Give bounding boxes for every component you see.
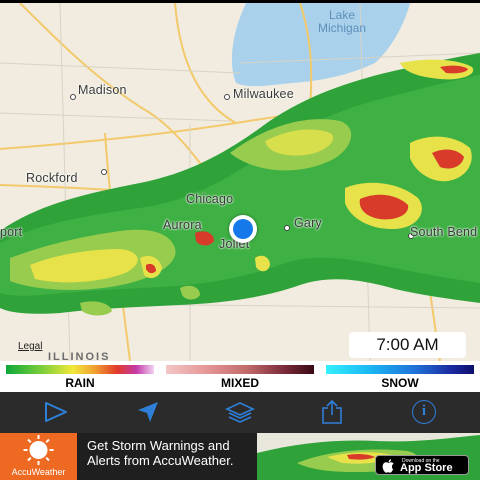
mixed-label: MIXED xyxy=(220,376,259,390)
state-label: ILLINOIS xyxy=(48,351,111,361)
rain-scale-bar xyxy=(6,365,154,374)
accuweather-logo: AccuWeather xyxy=(0,433,77,480)
city-marker-madison xyxy=(70,94,76,100)
layers-icon xyxy=(225,402,255,423)
city-chicago: Chicago xyxy=(186,192,234,206)
layers-button[interactable] xyxy=(224,397,256,427)
app-store-badge[interactable]: Download on the App Store xyxy=(375,455,469,475)
radar-map[interactable]: Lake Michigan Madison Milwaukee Rockford… xyxy=(0,3,480,361)
info-icon: i xyxy=(412,400,436,424)
mixed-scale-bar xyxy=(166,365,314,374)
current-location-marker xyxy=(229,215,257,243)
location-button[interactable] xyxy=(132,397,164,427)
city-south-bend: South Bend xyxy=(410,225,478,239)
ad-radar-image: Download on the App Store xyxy=(257,433,480,480)
apple-icon xyxy=(382,459,394,473)
city-milwaukee: Milwaukee xyxy=(233,87,294,101)
app-store-big-text: App Store xyxy=(400,462,453,474)
sun-icon xyxy=(23,435,54,465)
snow-scale-bar xyxy=(326,365,474,374)
play-icon xyxy=(45,402,67,422)
share-icon xyxy=(322,399,342,424)
rain-label: RAIN xyxy=(65,376,95,390)
precipitation-legend: RAIN MIXED SNOW xyxy=(0,361,480,392)
snow-label: SNOW xyxy=(381,376,419,390)
legal-link[interactable]: Legal xyxy=(18,341,42,352)
city-gary: Gary xyxy=(294,216,322,230)
share-button[interactable] xyxy=(316,397,348,427)
city-madison: Madison xyxy=(78,83,127,97)
city-rockford: Rockford xyxy=(26,171,78,185)
ad-brand-text: AccuWeather xyxy=(11,467,66,477)
timestamp-box: 7:00 AM xyxy=(349,332,466,358)
info-glyph: i xyxy=(421,403,427,419)
ad-banner[interactable]: AccuWeather Get Storm Warnings and Alert… xyxy=(0,433,480,480)
city-marker-rockford xyxy=(101,169,107,175)
lake-label: Lake Michigan xyxy=(318,9,366,35)
play-button[interactable] xyxy=(40,397,72,427)
lake-label-line1: Lake xyxy=(329,8,356,22)
city-aurora: Aurora xyxy=(163,218,202,232)
city-marker-milwaukee xyxy=(224,94,230,100)
city-marker-gary xyxy=(284,225,290,231)
info-button[interactable]: i xyxy=(408,397,440,427)
city-partial-left: port xyxy=(0,225,23,239)
bottom-toolbar: i xyxy=(0,392,480,433)
ad-headline: Get Storm Warnings and Alerts from AccuW… xyxy=(87,438,234,468)
location-arrow-icon xyxy=(138,402,158,422)
lake-label-line2: Michigan xyxy=(318,21,367,35)
